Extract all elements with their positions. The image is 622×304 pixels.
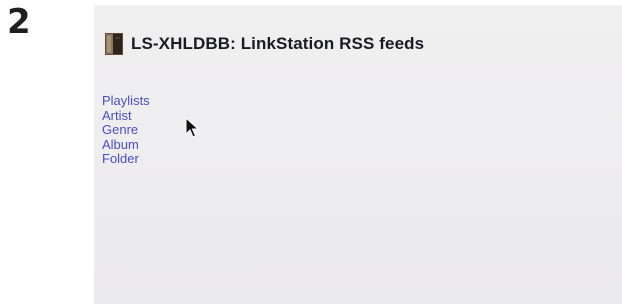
step-number: 2 — [7, 2, 31, 42]
browser-screen: LS-XHLDBB: LinkStation RSS feeds Playlis… — [94, 5, 622, 304]
media-menu: Playlists Artist Genre Album Folder — [102, 93, 150, 167]
menu-item-album[interactable]: Album — [102, 137, 150, 153]
menu-item-genre[interactable]: Genre — [102, 122, 150, 138]
page-title: LS-XHLDBB: LinkStation RSS feeds — [131, 34, 425, 53]
menu-item-folder[interactable]: Folder — [102, 151, 150, 167]
menu-item-playlists[interactable]: Playlists — [102, 93, 150, 109]
instruction-figure: 2 LS-XHLDBB: LinkStation RSS feeds Playl… — [0, 0, 622, 304]
linkstation-device-icon — [105, 33, 123, 55]
page-header: LS-XHLDBB: LinkStation RSS feeds — [105, 32, 424, 56]
menu-item-artist[interactable]: Artist — [102, 108, 150, 124]
mouse-pointer-icon — [185, 117, 199, 138]
